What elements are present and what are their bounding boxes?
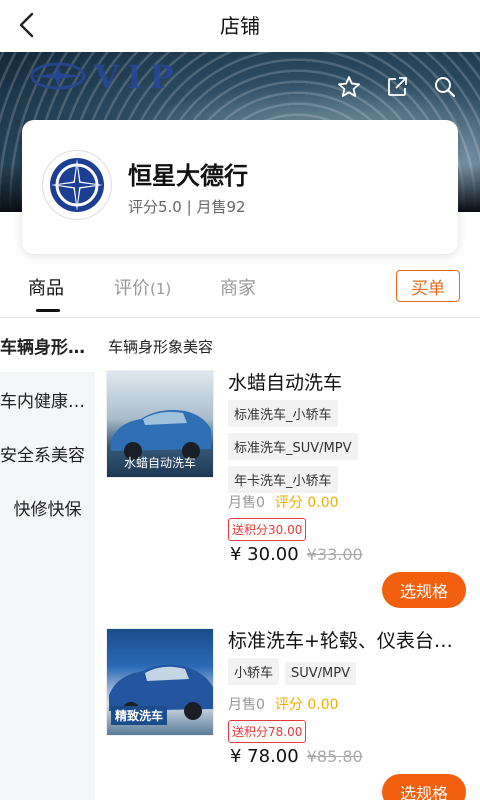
product-thumbnail[interactable]: 精致洗车 (106, 628, 214, 736)
vip-label: VIP (94, 58, 182, 96)
page-title: 店铺 (220, 14, 260, 38)
active-tab-indicator (36, 309, 60, 312)
store-name: 恒星大德行 (128, 162, 248, 190)
original-price: ¥33.00 (306, 545, 363, 564)
thumbnail-caption: 水蜡自动洗车 (123, 456, 196, 470)
points-badge: 送积分78.00 (228, 720, 307, 743)
category-sidebar: 车辆身形象美容 车内健康环境 安全系美容 快修快保 (0, 318, 95, 800)
store-rating-sales: 评分5.0 | 月售92 (128, 198, 246, 216)
spec-tag: 小轿车 (228, 658, 280, 685)
compass-star-icon (30, 62, 86, 90)
spec-tag: 标准洗车_小轿车 (228, 400, 338, 427)
category-item[interactable]: 快修快保 (0, 480, 95, 534)
product-tags: 标准洗车_小轿车 标准洗车_SUV/MPV 年卡洗车_小轿车 (228, 400, 468, 499)
star-icon (338, 76, 360, 97)
product-tags: 小轿车 SUV/MPV (228, 658, 468, 691)
top-bar: 店铺 (0, 0, 480, 50)
product-score: 评分 0.00 (274, 495, 339, 511)
share-icon (388, 77, 407, 96)
spec-tag: 年卡洗车_小轿车 (228, 466, 338, 493)
tab-goods[interactable]: 商品 (28, 274, 64, 300)
product-list: 车辆身形象美容 水蜡自动洗车 水蜡自动洗车 标准洗车_小轿车 标准洗车_SUV/… (96, 318, 480, 800)
monthly-sales: 月售0 评分 0.00 (228, 495, 339, 511)
product-name: 标准洗车+轮毂、仪表台保养 (228, 630, 468, 652)
thumbnail-caption: 精致洗车 (111, 706, 168, 725)
category-item[interactable]: 车辆身形象美容 (0, 318, 95, 372)
original-price: ¥85.80 (306, 747, 363, 766)
section-title: 车辆身形象美容 (108, 338, 214, 356)
product-price: ¥ 78.00 ¥85.80 (230, 746, 363, 767)
product-price: ¥ 30.00 ¥33.00 (230, 544, 363, 565)
search-button[interactable] (432, 74, 458, 100)
category-item[interactable]: 安全系美容 (0, 426, 95, 480)
category-item[interactable]: 车内健康环境 (0, 372, 95, 426)
store-info-card: 恒星大德行 评分5.0 | 月售92 (22, 120, 458, 254)
monthly-sales: 月售0 评分 0.00 (228, 697, 339, 713)
select-spec-button[interactable]: 选规格 (382, 572, 466, 608)
tab-merchant[interactable]: 商家 (220, 274, 256, 300)
share-button[interactable] (384, 74, 410, 100)
banner-actions (336, 74, 458, 100)
product-score: 评分 0.00 (274, 697, 339, 713)
spec-tag: SUV/MPV (285, 662, 357, 685)
spec-tag: 标准洗车_SUV/MPV (228, 433, 358, 460)
tab-reviews[interactable]: 评价(1) (114, 274, 171, 300)
select-spec-button[interactable]: 选规格 (382, 774, 466, 800)
favorite-button[interactable] (336, 74, 362, 100)
search-icon (435, 77, 455, 97)
store-logo (42, 150, 112, 220)
product-name: 水蜡自动洗车 (228, 372, 343, 394)
store-tabs: 商品 评价(1) 商家 买单 (0, 262, 480, 318)
compass-star-icon (50, 158, 104, 212)
product-thumbnail[interactable]: 水蜡自动洗车 (106, 370, 214, 478)
buy-button[interactable]: 买单 (396, 270, 460, 302)
points-badge: 送积分30.00 (228, 518, 307, 541)
